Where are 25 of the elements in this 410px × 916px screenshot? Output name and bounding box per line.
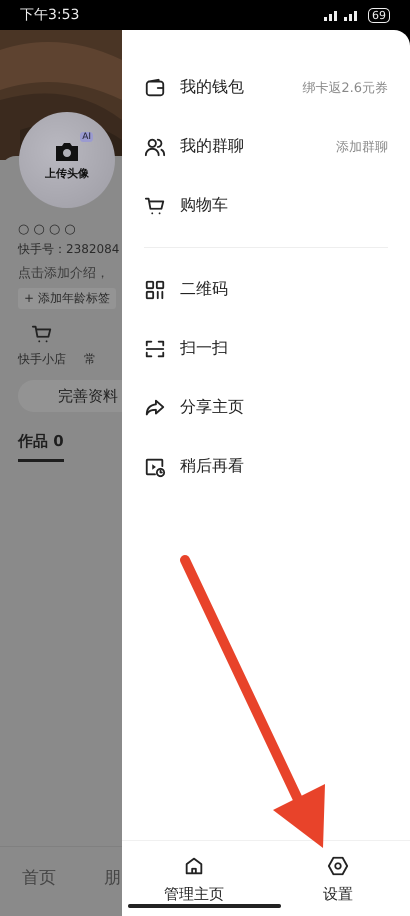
menu-item[interactable]: 扫一扫 [122, 319, 410, 378]
clock-time: 下午3:53 [20, 6, 80, 24]
settings-icon [327, 855, 349, 877]
age-tag[interactable]: + 添加年龄标签 [18, 288, 116, 309]
settings-button[interactable]: 设置 [266, 841, 410, 916]
qr-code-icon [144, 278, 166, 300]
battery-level: 69 [368, 8, 390, 22]
works-tab[interactable]: 作品 0 [18, 432, 64, 462]
manage-home-button[interactable]: 管理主页 [122, 841, 266, 916]
home-icon [183, 855, 205, 877]
menu-item[interactable]: 二维码 [122, 260, 410, 319]
menu-item[interactable]: 我的群聊 添加群聊 [122, 117, 410, 176]
menu-item[interactable]: 我的钱包 绑卡返2.6元券 [122, 58, 410, 117]
wallet-icon [144, 76, 166, 98]
ai-badge: AI [80, 132, 93, 142]
menu-item[interactable]: 稍后再看 [122, 437, 410, 496]
user-name: ○ ○ ○ ○ [18, 222, 77, 237]
shortcut-label[interactable]: 常 [84, 351, 96, 368]
avatar-label[interactable]: 上传头像 [45, 166, 89, 180]
menu-item[interactable]: 分享主页 [122, 378, 410, 437]
cart-icon [31, 323, 53, 345]
menu-item[interactable]: 购物车 [122, 176, 410, 235]
edit-profile-button[interactable]: 完善资料 [18, 380, 122, 412]
user-id: 快手号：2382084 [18, 241, 120, 258]
shortcut-label[interactable]: 快手小店 [18, 351, 66, 368]
